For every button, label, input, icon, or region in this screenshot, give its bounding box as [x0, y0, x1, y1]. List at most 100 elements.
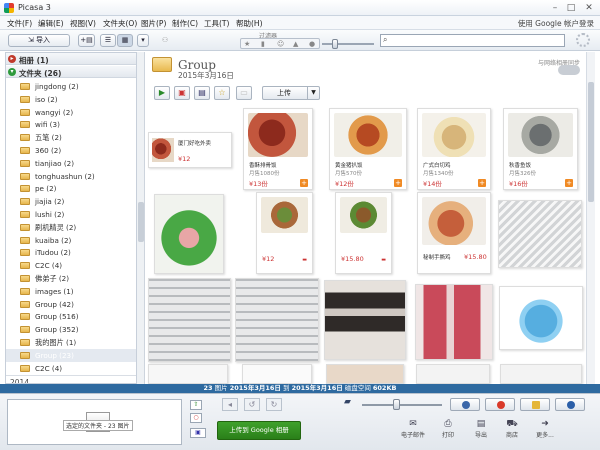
- sidebar-folder-item[interactable]: jiajia (2): [6, 195, 136, 208]
- movie-button[interactable]: ▣: [174, 86, 190, 100]
- google-login-link[interactable]: 使用 Google 帐户登录: [518, 18, 594, 29]
- photo-thumb[interactable]: [154, 194, 224, 274]
- face-filter-icon[interactable]: ☺: [277, 39, 284, 49]
- sidebar-folder-item[interactable]: wifi (3): [6, 118, 136, 131]
- search-input[interactable]: [393, 36, 561, 46]
- share-email-button[interactable]: ✉ 电子邮件: [398, 419, 428, 439]
- photo-thumb[interactable]: 秘制手撕鸡 ¥15.80: [417, 192, 491, 274]
- sidebar-folder-item[interactable]: 五笔 (2): [6, 131, 136, 144]
- photo-thumb[interactable]: 黄金猪扒饭 月售570份 ¥12份 +: [329, 108, 407, 190]
- rotate-left-button[interactable]: ↺: [244, 398, 260, 411]
- sidebar-scrollbar[interactable]: [137, 52, 145, 384]
- sidebar-folder-item[interactable]: jingdong (2): [6, 80, 136, 93]
- thumbnail-size-knob[interactable]: [393, 399, 400, 410]
- share-shop-button[interactable]: ⛟ 商店: [497, 419, 527, 439]
- sidebar-folder-item[interactable]: wangyi (2): [6, 106, 136, 119]
- sidebar-folder-item[interactable]: 刷机精灵 (2): [6, 221, 136, 234]
- hold-icon[interactable]: ⇧: [190, 400, 202, 410]
- maximize-button[interactable]: □: [564, 2, 578, 14]
- upload-button[interactable]: 上传 ▼: [262, 86, 320, 100]
- video-filter-icon[interactable]: ▮: [261, 39, 265, 49]
- menu-create[interactable]: 制作(C): [172, 18, 198, 29]
- photo-thumb[interactable]: ¥15.80 ▬: [335, 192, 392, 274]
- geotag-filter-icon[interactable]: ●: [309, 39, 315, 49]
- sidebar-folder-item[interactable]: iTudou (2): [6, 246, 136, 259]
- photo-thumb[interactable]: [235, 278, 319, 362]
- people-button[interactable]: [450, 398, 480, 411]
- photo-thumb[interactable]: [415, 284, 493, 360]
- menu-tools[interactable]: 工具(T): [204, 18, 229, 29]
- sidebar-folder-item[interactable]: Group (23): [6, 348, 136, 362]
- photo-thumb[interactable]: [500, 364, 582, 384]
- close-button[interactable]: ✕: [582, 2, 596, 14]
- upload-to-google-button[interactable]: 上传到 Google 相册: [217, 421, 301, 440]
- sidebar-folder-item[interactable]: tonghuashun (2): [6, 170, 136, 183]
- sidebar-folder-item[interactable]: tianjiao (2): [6, 157, 136, 170]
- menu-view[interactable]: 视图(V): [70, 18, 96, 29]
- photo-grid-scrollbar[interactable]: [586, 52, 595, 384]
- search-box[interactable]: ⌕: [380, 34, 565, 47]
- people-tool-button[interactable]: ⚇: [156, 34, 174, 47]
- play-slideshow-button[interactable]: ▶: [154, 86, 170, 100]
- photo-thumb[interactable]: [242, 364, 312, 384]
- sidebar-folder-item[interactable]: 佛弟子 (2): [6, 272, 136, 285]
- add-to-album-icon[interactable]: ▣: [190, 428, 206, 438]
- tray-back-button[interactable]: ◂: [222, 398, 238, 411]
- photo-thumb[interactable]: [326, 364, 404, 384]
- photo-thumb[interactable]: 香酥排骨饭 月售1080份 ¥13份 +: [243, 108, 313, 190]
- photo-thumb[interactable]: 秋香鱼饭 月售326份 ¥16份 +: [503, 108, 578, 190]
- photo-thumb[interactable]: 厦门好吃外卖 ¥12: [148, 132, 232, 168]
- rotate-right-button[interactable]: ↻: [266, 398, 282, 411]
- photo-thumb[interactable]: 广式白切鸡 月售1340份 ¥14份 +: [417, 108, 491, 190]
- info-button[interactable]: [555, 398, 585, 411]
- photo-thumb[interactable]: [416, 364, 490, 384]
- view-list-button[interactable]: ☰: [100, 34, 116, 47]
- sidebar-folder-item[interactable]: images (1): [6, 285, 136, 298]
- collage-button[interactable]: ▤: [194, 86, 210, 100]
- folders-header[interactable]: ▾ 文件夹 (26): [6, 66, 136, 78]
- star-button[interactable]: ☆: [214, 86, 230, 100]
- clear-tray-icon[interactable]: ○: [190, 413, 202, 423]
- chevron-down-icon[interactable]: ▼: [307, 87, 319, 99]
- share-more-button[interactable]: ➜ 更多...: [530, 419, 560, 439]
- sidebar-folder-item[interactable]: 我的图片 (1): [6, 336, 136, 349]
- grid-scroll-thumb[interactable]: [588, 82, 594, 202]
- disabled-tool-button[interactable]: ▭: [236, 86, 252, 100]
- sidebar-folder-item[interactable]: Group (42): [6, 298, 136, 311]
- menu-help[interactable]: 帮助(H): [236, 18, 263, 29]
- sidebar-folder-item[interactable]: kuaiba (2): [6, 234, 136, 247]
- sidebar-folder-item[interactable]: lushi (2): [6, 208, 136, 221]
- share-print-button[interactable]: ⎙ 打印: [433, 419, 463, 439]
- import-button[interactable]: ⇲ 导入: [8, 34, 70, 47]
- photo-thumb[interactable]: [148, 278, 231, 362]
- star-filter-icon[interactable]: ★: [244, 39, 250, 49]
- view-options-button[interactable]: ▾: [137, 34, 149, 47]
- photo-thumb[interactable]: [498, 200, 582, 268]
- menu-edit[interactable]: 编辑(E): [38, 18, 64, 29]
- geotag-button[interactable]: [485, 398, 515, 411]
- sidebar-folder-item[interactable]: iso (2): [6, 93, 136, 106]
- filter-slider-knob[interactable]: [332, 39, 338, 49]
- menu-picture[interactable]: 图片(P): [141, 18, 166, 29]
- upload-filter-icon[interactable]: ▲: [293, 39, 298, 49]
- photo-thumb[interactable]: [148, 364, 228, 384]
- sync-toggle[interactable]: [558, 65, 580, 75]
- minimize-button[interactable]: –: [548, 2, 562, 14]
- share-export-button[interactable]: ▤ 导出: [466, 419, 496, 439]
- sidebar-folder-item[interactable]: Group (352): [6, 323, 136, 336]
- photo-thumb[interactable]: [324, 280, 406, 360]
- photo-thumb[interactable]: [499, 286, 583, 350]
- sidebar-folder-item[interactable]: pe (2): [6, 182, 136, 195]
- sidebar-folder-item[interactable]: Group (516): [6, 310, 136, 323]
- menu-file[interactable]: 文件(F): [7, 18, 32, 29]
- tag-button[interactable]: [520, 398, 550, 411]
- albums-header[interactable]: ▸ 相册 (1): [6, 53, 136, 65]
- sidebar-folder-item[interactable]: 360 (2): [6, 144, 136, 157]
- menu-folder[interactable]: 文件夹(O): [103, 18, 137, 29]
- view-thumbnails-button[interactable]: ▦: [117, 34, 133, 47]
- add-to-album-button[interactable]: +▤: [78, 34, 95, 47]
- sidebar-scroll-thumb[interactable]: [138, 202, 144, 242]
- photo-thumb[interactable]: ¥12 ▬: [256, 192, 313, 274]
- sidebar-folder-item[interactable]: C2C (4): [6, 259, 136, 272]
- sidebar-folder-item[interactable]: C2C (4): [6, 362, 136, 375]
